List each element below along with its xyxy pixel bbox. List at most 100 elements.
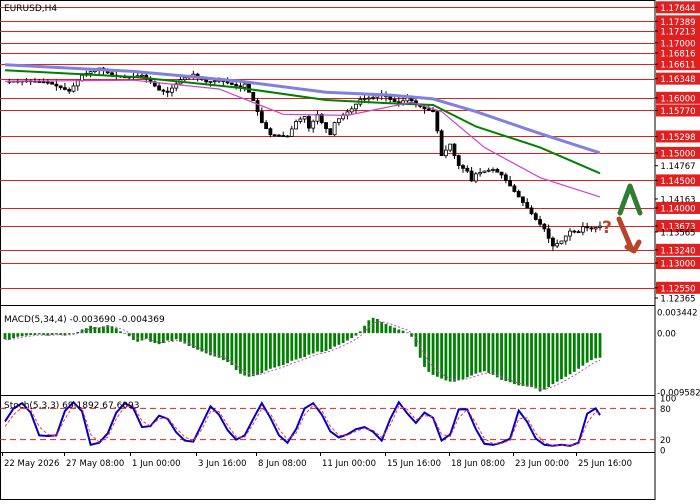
candle-body (242, 83, 247, 88)
candle-body (71, 85, 76, 92)
candle-body (439, 130, 444, 157)
macd-bar (16, 333, 20, 337)
candle-body (542, 223, 547, 230)
moving-average-line (4, 63, 601, 155)
candle-body (289, 128, 294, 137)
macd-bar (333, 333, 337, 347)
candle-body (332, 122, 337, 136)
macd-bar (444, 333, 448, 381)
macd-bar (12, 333, 15, 339)
macd-bar (97, 327, 101, 334)
candle-body (272, 134, 277, 137)
macd-bar (380, 322, 384, 334)
macd-bar (136, 333, 140, 342)
macd-bar (119, 331, 122, 334)
price-tick-label: 1.13565 (660, 228, 695, 238)
macd-bar (268, 333, 272, 369)
candle-body (63, 87, 67, 90)
macd-bar (110, 326, 114, 334)
candle-body (319, 113, 324, 124)
macd-bar (166, 333, 170, 341)
candle-body (478, 172, 483, 175)
macd-bar (547, 333, 551, 388)
candle-body (508, 180, 513, 187)
macd-bar (217, 333, 221, 358)
candle-body (388, 96, 393, 100)
candle-body (491, 169, 495, 171)
macd-bar (230, 333, 234, 366)
candle-body (503, 174, 508, 181)
candle-body (161, 89, 166, 92)
candle-body (525, 202, 530, 209)
macd-bar (251, 333, 255, 377)
macd-bar (474, 333, 478, 374)
candle-body (456, 155, 461, 166)
x-tick-label: 18 Jun 08:00 (451, 459, 505, 469)
macd-bar (294, 333, 298, 360)
candle-body (328, 128, 333, 136)
macd-bar (281, 333, 285, 366)
candle-body (469, 170, 474, 182)
macd-bar (397, 329, 401, 334)
macd-bar (401, 330, 405, 334)
macd-bar (448, 333, 452, 382)
macd-bar (320, 333, 324, 353)
candle-body (80, 74, 84, 81)
candle-body (302, 116, 307, 120)
candle-body (482, 170, 487, 173)
macd-bar (431, 333, 435, 375)
macd-bar (29, 333, 33, 335)
candle-body (354, 103, 358, 110)
price-tick-label: 1.12550 (660, 284, 695, 294)
candle-body (473, 173, 478, 182)
candle-body (234, 84, 239, 87)
macd-bar (144, 333, 148, 339)
candle-body (572, 230, 577, 233)
macd-bar (508, 333, 512, 383)
candle-body (67, 89, 72, 92)
candle-body (465, 167, 470, 172)
macd-bar (560, 333, 563, 380)
macd-bar (388, 325, 392, 334)
stoch-tick-label: 0 (660, 447, 665, 457)
candle-body (41, 81, 46, 84)
macd-bar (114, 328, 118, 334)
candle-body (426, 108, 431, 111)
chart-title: EURUSD,H4 (4, 4, 57, 14)
candle-body (486, 169, 491, 172)
candle-body (512, 185, 517, 192)
candle-body (285, 135, 290, 138)
candle-body (593, 227, 598, 230)
x-tick-label: 3 Jun 16:00 (198, 459, 247, 469)
macd-bar (384, 323, 388, 334)
macd-bar (598, 333, 602, 358)
candle-body (140, 74, 144, 77)
macd-bar (551, 333, 555, 385)
candle-body (589, 227, 594, 230)
candle-body (298, 118, 303, 122)
macd-bar (37, 333, 41, 335)
price-tick-label: 1.17644 (660, 4, 695, 14)
macd-bar (427, 333, 431, 372)
candle-body (294, 121, 298, 130)
stoch-tick-label: 20 (660, 436, 671, 446)
macd-bar (179, 333, 182, 342)
candle-body (88, 71, 93, 74)
macd-bar (20, 333, 24, 337)
candle-body (45, 81, 50, 84)
macd-bar (440, 333, 444, 379)
candle-body (251, 91, 256, 101)
price-tick-label: 1.15770 (660, 107, 695, 117)
macd-bar (487, 333, 491, 374)
macd-bar (3, 333, 7, 340)
x-tick-label: 22 May 2026 (4, 459, 59, 469)
macd-bar (67, 333, 71, 335)
macd-bar (161, 333, 165, 343)
candle-body (324, 122, 328, 130)
macd-bar (316, 333, 319, 352)
eurusd-chart-window[interactable]: 1.17644 1.17389 1.17213 1.17000 1.16816 1.166… (0, 0, 700, 500)
candle-body (585, 226, 590, 229)
price-tick-label: 1.16816 (660, 49, 695, 59)
candle-body (576, 231, 581, 234)
candle-body (225, 81, 230, 84)
